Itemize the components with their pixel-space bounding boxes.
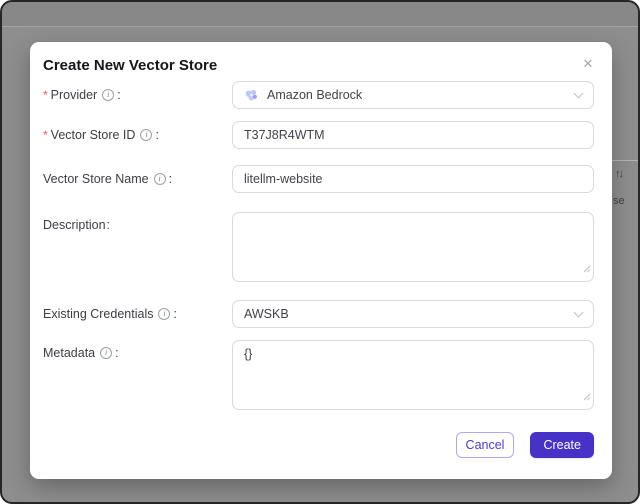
close-icon[interactable]: ✕: [579, 55, 597, 73]
provider-label: * Provider i :: [43, 88, 121, 102]
provider-select[interactable]: Amazon Bedrock: [232, 81, 594, 109]
info-icon[interactable]: i: [100, 347, 113, 359]
create-button[interactable]: Create: [530, 432, 594, 458]
modal-footer: Cancel Create: [43, 432, 594, 458]
vector-store-id-input[interactable]: [232, 121, 594, 149]
required-marker: *: [43, 128, 48, 142]
metadata-textarea[interactable]: {}: [232, 340, 594, 410]
form-row-metadata: Metadata i : {}: [43, 340, 594, 410]
description-label: Description :: [43, 218, 111, 232]
form-row-vector-store-name: Vector Store Name i :: [43, 165, 594, 193]
vector-store-name-label: Vector Store Name i :: [43, 172, 173, 186]
resize-handle-icon[interactable]: [583, 260, 591, 278]
modal-title: Create New Vector Store: [43, 57, 218, 74]
create-vector-store-modal: Create New Vector Store ✕ * Provider i :: [30, 42, 612, 479]
background-table-divider: [612, 160, 638, 161]
vector-store-name-input[interactable]: [232, 165, 594, 193]
vector-store-id-label: * Vector Store ID i :: [43, 128, 159, 142]
metadata-label: Metadata i :: [43, 346, 119, 360]
sort-icon: ↑↓: [615, 168, 624, 180]
form-row-existing-credentials: Existing Credentials i : AWSKB: [43, 300, 594, 328]
cancel-button[interactable]: Cancel: [455, 432, 515, 458]
background-topbar: [2, 2, 638, 27]
bedrock-icon: [244, 88, 259, 103]
existing-credentials-select[interactable]: AWSKB: [232, 300, 594, 328]
chevron-down-icon: [573, 307, 584, 318]
form-row-provider: * Provider i : Amazon Bedrock: [43, 81, 594, 109]
form-row-description: Description :: [43, 212, 594, 282]
existing-credentials-label: Existing Credentials i :: [43, 307, 177, 321]
info-icon[interactable]: i: [140, 129, 153, 141]
app-window: ↑↓ se Create New Vector Store ✕ * Provid…: [0, 0, 640, 504]
description-textarea[interactable]: [232, 212, 594, 282]
form-row-vector-store-id: * Vector Store ID i :: [43, 121, 594, 149]
existing-credentials-select-value: AWSKB: [244, 307, 289, 321]
required-marker: *: [43, 88, 48, 102]
chevron-down-icon: [573, 88, 584, 99]
resize-handle-icon[interactable]: [583, 388, 591, 406]
info-icon[interactable]: i: [153, 173, 166, 185]
info-icon[interactable]: i: [102, 89, 115, 101]
provider-select-value: Amazon Bedrock: [267, 88, 363, 102]
info-icon[interactable]: i: [158, 308, 171, 320]
background-partial-text: se: [613, 195, 625, 207]
